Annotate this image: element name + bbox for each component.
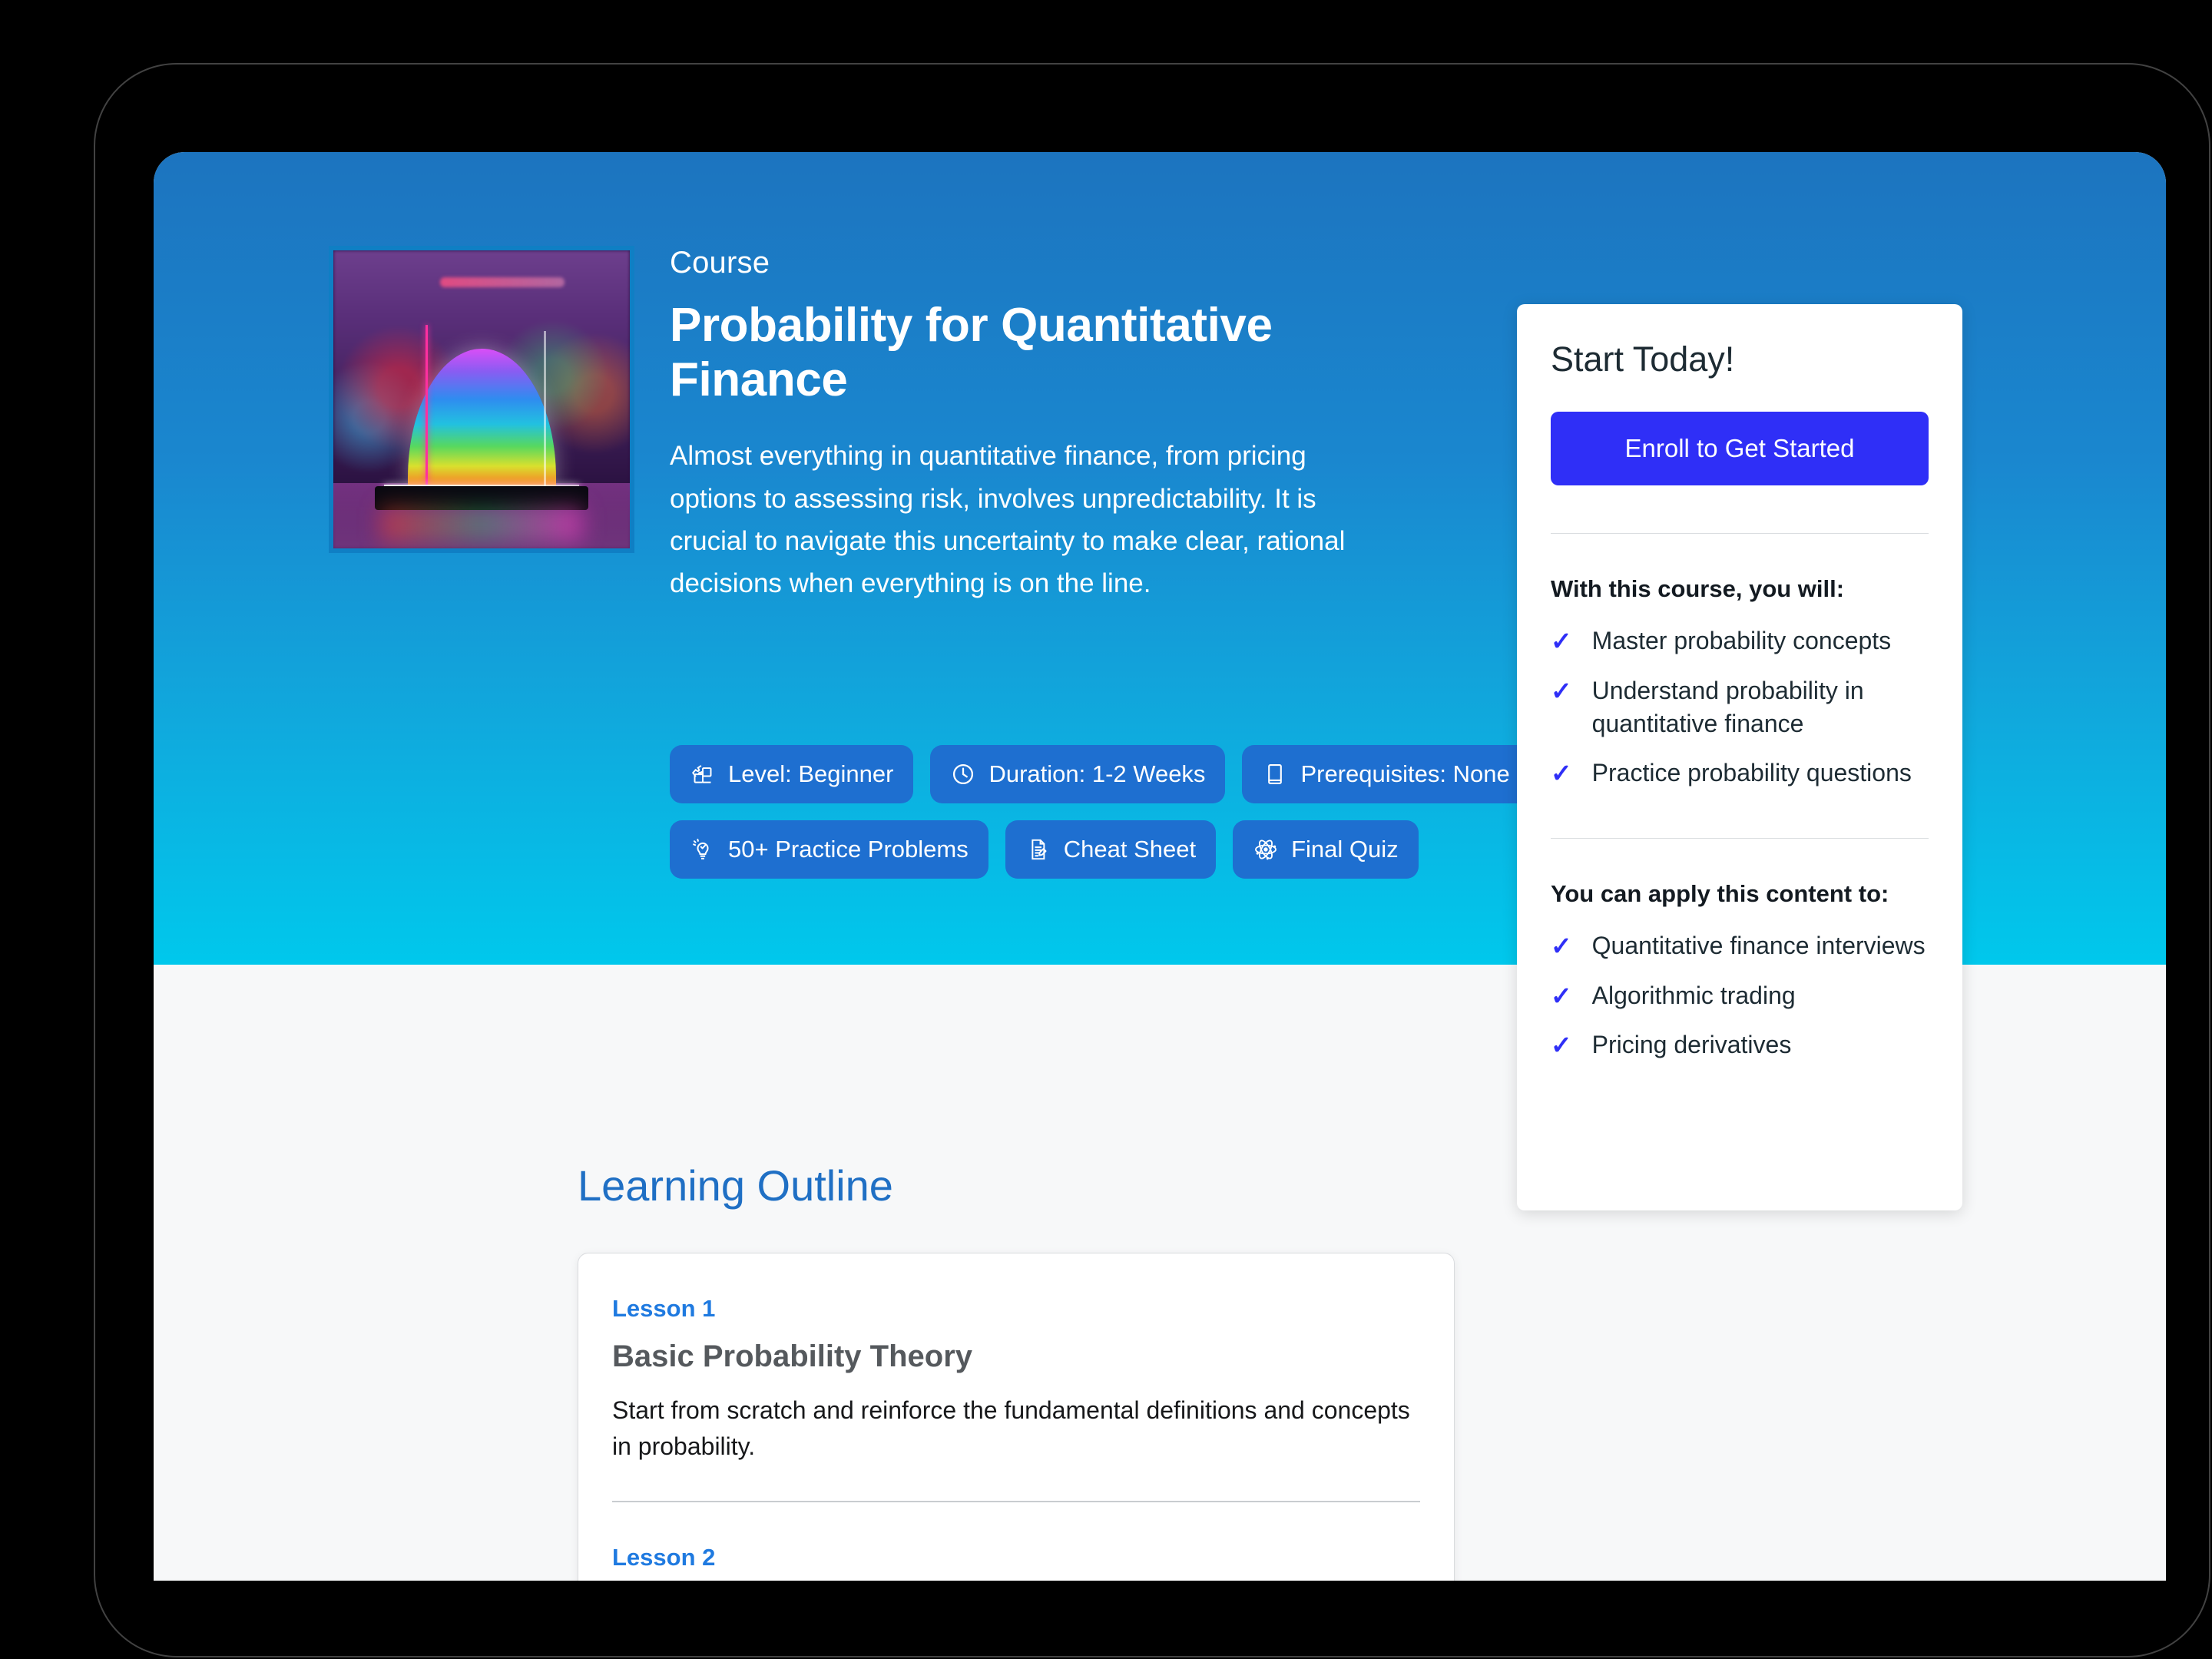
check-icon: ✓: [1551, 981, 1572, 1010]
list-item: ✓ Master probability concepts: [1551, 624, 1929, 659]
document-pencil-icon: [1025, 836, 1051, 863]
thumbnail-reflection-glow: [380, 506, 583, 543]
lesson-number: Lesson 1: [612, 1295, 716, 1322]
check-icon: ✓: [1551, 676, 1572, 705]
benefits-heading: With this course, you will:: [1551, 575, 1845, 602]
thumbnail-axis-left: [425, 325, 428, 486]
course-thumbnail-image: [329, 246, 634, 553]
check-icon: ✓: [1551, 932, 1572, 961]
apply-heading: You can apply this content to:: [1551, 880, 1889, 908]
lesson-entry-1[interactable]: Lesson 1 Basic Probability Theory Start …: [612, 1295, 1420, 1464]
pill-level[interactable]: Level: Beginner: [670, 745, 914, 803]
lesson-divider: [612, 1501, 1420, 1503]
book-icon: [1262, 761, 1288, 787]
apply-label: Algorithmic trading: [1591, 981, 1796, 1009]
check-icon: ✓: [1551, 627, 1572, 655]
course-attribute-pills: Level: Beginner Duration: 1-2 Weeks Prer…: [670, 745, 1530, 896]
card-divider-top: [1551, 533, 1929, 534]
hero-text-block: Course Probability for Quantitative Fina…: [670, 246, 1453, 605]
page-title: Probability for Quantitative Finance: [670, 299, 1273, 406]
apply-label: Quantitative finance interviews: [1591, 932, 1926, 960]
lesson-number: Lesson 2: [612, 1544, 716, 1571]
pill-final-quiz-label: Final Quiz: [1291, 836, 1399, 863]
lesson-entry-2[interactable]: Lesson 2 Combinatorics and Counting Lear…: [612, 1544, 1420, 1581]
pill-row-1: Level: Beginner Duration: 1-2 Weeks Prer…: [670, 745, 1530, 803]
benefit-label: Practice probability questions: [1591, 758, 1912, 786]
thumbnail-ceiling-light: [439, 276, 565, 288]
start-today-card: Start Today! Enroll to Get Started With …: [1517, 304, 1962, 1210]
list-item: ✓ Algorithmic trading: [1551, 979, 1929, 1014]
pill-duration-label: Duration: 1-2 Weeks: [988, 760, 1206, 787]
list-item: ✓ Practice probability questions: [1551, 757, 1929, 791]
card-divider-bottom: [1551, 838, 1929, 839]
tablet-device-frame: Course Probability for Quantitative Fina…: [46, 31, 2210, 1657]
lightbulb-check-icon: [690, 836, 716, 863]
list-item: ✓ Quantitative finance interviews: [1551, 929, 1929, 964]
benefit-label: Master probability concepts: [1591, 627, 1892, 654]
pill-cheat-sheet-label: Cheat Sheet: [1063, 836, 1197, 863]
pill-prerequisites[interactable]: Prerequisites: None: [1242, 745, 1530, 803]
benefit-label: Understand probability in quantitative f…: [1591, 676, 1864, 738]
check-icon: ✓: [1551, 758, 1572, 787]
tablet-screen: Course Probability for Quantitative Fina…: [154, 152, 2166, 1581]
pill-final-quiz[interactable]: Final Quiz: [1233, 820, 1419, 879]
atom-icon: [1253, 836, 1279, 863]
lesson-title: Basic Probability Theory: [612, 1339, 973, 1373]
check-icon: ✓: [1551, 1031, 1572, 1060]
pill-row-2: 50+ Practice Problems Cheat Sheet Final …: [670, 820, 1530, 879]
apply-label: Pricing derivatives: [1591, 1031, 1792, 1059]
list-item: ✓ Pricing derivatives: [1551, 1028, 1929, 1063]
pill-prerequisites-label: Prerequisites: None: [1300, 760, 1510, 787]
thumbnail-axis-right: [544, 330, 547, 486]
benefits-list: ✓ Master probability concepts ✓ Understa…: [1551, 624, 1929, 790]
start-today-title: Start Today!: [1551, 339, 1735, 379]
pill-practice-problems-label: 50+ Practice Problems: [728, 836, 969, 863]
learning-outline-title: Learning Outline: [578, 1161, 893, 1210]
course-description: Almost everything in quantitative financ…: [670, 441, 1346, 599]
pill-duration[interactable]: Duration: 1-2 Weeks: [930, 745, 1226, 803]
pill-level-label: Level: Beginner: [728, 760, 894, 787]
course-eyebrow-label: Course: [670, 246, 770, 280]
lesson-list-card: Lesson 1 Basic Probability Theory Start …: [578, 1253, 1455, 1581]
pill-cheat-sheet[interactable]: Cheat Sheet: [1005, 820, 1217, 879]
puzzle-icon: [690, 761, 716, 787]
clock-icon: [950, 761, 976, 787]
pill-practice-problems[interactable]: 50+ Practice Problems: [670, 820, 988, 879]
enroll-button[interactable]: Enroll to Get Started: [1551, 412, 1929, 485]
list-item: ✓ Understand probability in quantitative…: [1551, 674, 1929, 741]
apply-list: ✓ Quantitative finance interviews ✓ Algo…: [1551, 929, 1929, 1063]
lesson-description: Start from scratch and reinforce the fun…: [612, 1396, 1410, 1460]
